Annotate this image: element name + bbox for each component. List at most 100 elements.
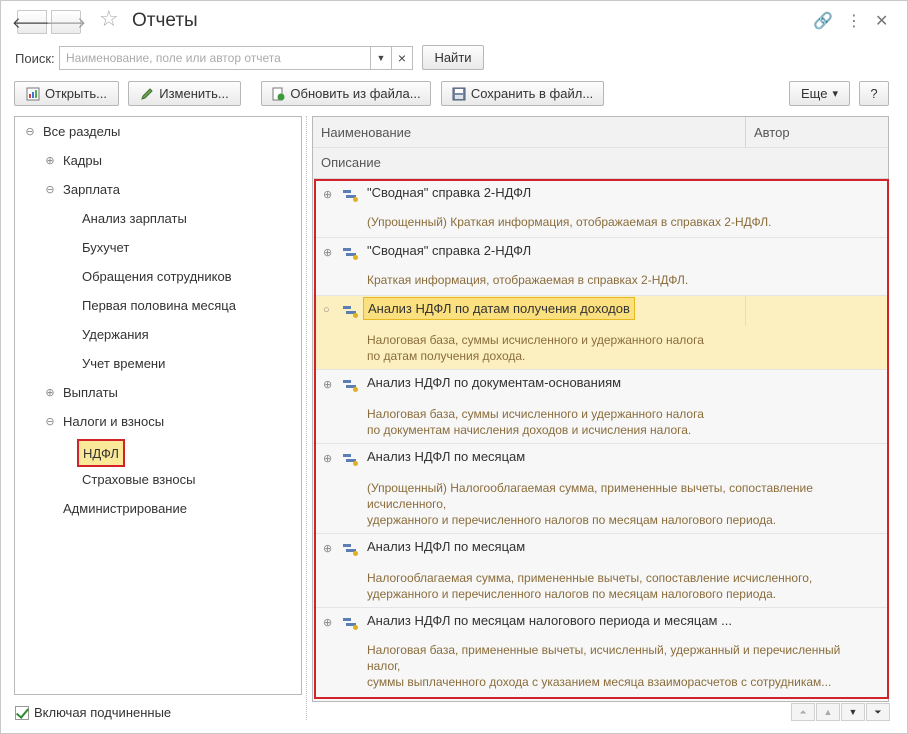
report-name: Анализ НДФЛ по датам получения доходов (363, 297, 635, 320)
scroll-last-button[interactable]: ⏷ (866, 703, 890, 721)
column-header-author[interactable]: Автор (754, 125, 790, 140)
collapse-icon[interactable]: ⊖ (45, 412, 55, 432)
more-button[interactable]: Еще ▾ (789, 81, 850, 106)
chevron-down-icon: ▼ (376, 53, 386, 63)
scroll-bottom-icon: ⏷ (874, 706, 882, 717)
column-header-name[interactable]: Наименование (321, 125, 411, 140)
include-subordinate-checkbox[interactable]: Включая подчиненные (15, 705, 171, 720)
tree-item-employee-requests[interactable]: Обращения сотрудников (82, 267, 232, 287)
tree-item-accounting[interactable]: Бухучет (82, 238, 129, 258)
column-separator (745, 296, 746, 326)
column-separator (745, 117, 746, 147)
report-description: (Упрощенный) Краткая информация, отображ… (367, 215, 772, 229)
report-name: Анализ НДФЛ по документам-основаниям (367, 375, 622, 390)
table-row[interactable]: ⊕ Анализ НДФЛ по месяцам Налогооблагаема… (313, 534, 888, 608)
expand-icon[interactable]: ⊕ (323, 542, 332, 555)
tree-item-time-tracking[interactable]: Учет времени (82, 354, 165, 374)
tree-item-salary[interactable]: Зарплата (63, 180, 120, 200)
title-bar: 🡐 🡒 ☆ Отчеты 🔗 ⋮ ✕ (1, 1, 907, 41)
table-row[interactable]: ⊕ Анализ НДФЛ по месяцам налогового пери… (313, 608, 888, 701)
favorite-star-icon[interactable]: ☆ (99, 8, 119, 30)
report-name: "Сводная" справка 2-НДФЛ (367, 243, 532, 258)
report-variant-icon (343, 247, 358, 260)
search-input[interactable] (59, 46, 371, 70)
clear-icon: × (397, 50, 407, 66)
link-icon[interactable]: 🔗 (813, 11, 833, 31)
close-icon[interactable]: ✕ (875, 11, 888, 31)
report-description: (Упрощенный) Налогооблагаемая сумма, при… (367, 481, 813, 527)
table-row[interactable]: ⊕ Анализ НДФЛ по месяцам (Упрощенный) На… (313, 444, 888, 534)
find-button[interactable]: Найти (422, 45, 484, 70)
tree-item-deductions[interactable]: Удержания (82, 325, 149, 345)
tree-item-ndfl[interactable]: НДФЛ (77, 439, 125, 467)
report-name: "Сводная" справка 2-НДФЛ (367, 185, 532, 200)
expand-icon[interactable]: ⊕ (45, 383, 55, 403)
report-name: Анализ НДФЛ по месяцам (367, 539, 526, 554)
table-row[interactable]: ⊕ "Сводная" справка 2-НДФЛ (Упрощенный) … (313, 180, 888, 238)
search-clear-button[interactable]: × (391, 46, 413, 70)
save-to-file-button[interactable]: Сохранить в файл... (441, 81, 604, 106)
table-row[interactable]: ⊕ Анализ НДФЛ по документам-основаниям Н… (313, 370, 888, 444)
floppy-disk-icon (452, 87, 466, 100)
arrow-up-icon: ▲ (823, 707, 833, 717)
expand-icon[interactable]: ⊕ (323, 452, 332, 465)
tree-item-insurance[interactable]: Страховые взносы (82, 470, 195, 490)
scroll-first-button[interactable]: ⏶ (791, 703, 815, 721)
table-header: Наименование Автор Описание (313, 117, 888, 179)
report-variant-icon (343, 543, 358, 556)
tree-item-personnel[interactable]: Кадры (63, 151, 102, 171)
tree-item-taxes[interactable]: Налоги и взносы (63, 412, 164, 432)
pencil-icon (141, 87, 153, 100)
expand-icon[interactable]: ⊕ (323, 188, 332, 201)
report-variant-icon (343, 453, 358, 466)
tree-item-administration[interactable]: Администрирование (63, 499, 187, 519)
edit-button[interactable]: Изменить... (128, 81, 241, 106)
header-divider (313, 147, 888, 148)
report-description: Налоговая база, суммы исчисленного и уде… (367, 407, 704, 437)
arrow-down-icon: ▼ (848, 707, 858, 717)
expand-icon[interactable]: ⊕ (323, 616, 332, 629)
report-icon (26, 87, 40, 100)
expand-icon[interactable]: ⊕ (323, 378, 332, 391)
expand-icon[interactable]: ⊕ (323, 246, 332, 259)
panel-splitter[interactable] (306, 116, 307, 720)
search-dropdown-button[interactable]: ▼ (370, 46, 392, 70)
tree-item-payments[interactable]: Выплаты (63, 383, 118, 403)
report-variant-icon (343, 189, 358, 202)
arrow-right-icon: 🡒 (45, 14, 87, 32)
more-actions-icon[interactable]: ⋮ (846, 11, 862, 31)
sections-tree: ⊖ Все разделы ⊕ Кадры ⊖ Зарплата Анализ … (14, 116, 302, 695)
scroll-top-icon: ⏶ (799, 706, 807, 717)
chevron-down-icon: ▾ (832, 88, 838, 100)
report-name: Анализ НДФЛ по месяцам (367, 449, 526, 464)
report-description: Налоговая база, суммы исчисленного и уде… (367, 333, 704, 363)
report-description: Краткая информация, отображаемая в справ… (367, 273, 689, 287)
report-description: Налоговая база, примененные вычеты, исчи… (367, 643, 841, 689)
file-update-icon (272, 87, 285, 100)
column-header-description[interactable]: Описание (321, 155, 381, 170)
search-label: Поиск: (15, 51, 55, 66)
leaf-circle-icon: ○ (323, 304, 330, 316)
report-description: Налогооблагаемая сумма, примененные выче… (367, 571, 813, 601)
tree-item-first-half-month[interactable]: Первая половина месяца (82, 296, 236, 316)
report-name: Анализ НДФЛ по месяцам налогового период… (367, 613, 732, 628)
table-row[interactable]: ⊕ "Сводная" справка 2-НДФЛ Краткая инфор… (313, 238, 888, 296)
report-variant-icon (343, 379, 358, 392)
open-button[interactable]: Открыть... (14, 81, 119, 106)
tree-item-salary-analysis[interactable]: Анализ зарплаты (82, 209, 187, 229)
help-button[interactable]: ? (859, 81, 889, 106)
collapse-icon[interactable]: ⊖ (25, 122, 35, 142)
collapse-icon[interactable]: ⊖ (45, 180, 55, 200)
tree-item-all-sections[interactable]: Все разделы (43, 122, 120, 142)
expand-icon[interactable]: ⊕ (45, 151, 55, 171)
checkbox-checked-icon[interactable] (15, 705, 29, 720)
window-title: Отчеты (132, 10, 198, 31)
report-variant-icon (343, 617, 358, 630)
scroll-down-button[interactable]: ▼ (841, 703, 865, 721)
update-from-file-button[interactable]: Обновить из файла... (261, 81, 431, 106)
forward-button[interactable]: 🡒 (46, 10, 86, 34)
back-button[interactable]: 🡐 (12, 10, 52, 34)
scroll-up-button[interactable]: ▲ (816, 703, 840, 721)
table-row-current[interactable]: ○ Анализ НДФЛ по датам получения доходов… (313, 296, 888, 370)
report-variant-icon (343, 305, 358, 318)
